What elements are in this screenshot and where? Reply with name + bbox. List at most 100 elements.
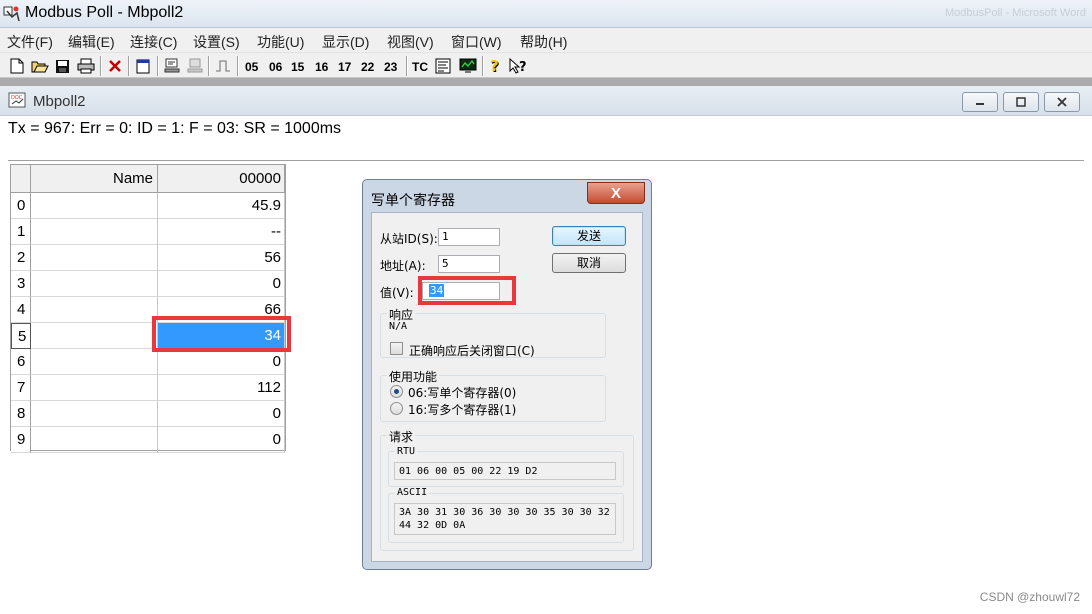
menu-window[interactable]: 窗口(W) xyxy=(451,32,502,52)
fc-05-button[interactable]: 05 xyxy=(245,57,258,77)
grid-header-name[interactable]: Name xyxy=(31,165,158,193)
communication-traffic-icon[interactable] xyxy=(434,56,452,76)
maximize-button[interactable] xyxy=(1003,92,1039,112)
fc-16-button[interactable]: 16 xyxy=(315,57,328,77)
modbus-poll-app-icon xyxy=(3,6,20,22)
send-button[interactable]: 发送 xyxy=(552,226,626,246)
title-bar: Modbus Poll - Mbpoll2 ModbusPoll - Micro… xyxy=(0,0,1092,28)
grid-name-cell[interactable] xyxy=(31,375,158,401)
menu-edit[interactable]: 编辑(E) xyxy=(68,32,115,52)
address-label: 地址(A): xyxy=(380,259,426,273)
grid-row-index: 8 xyxy=(11,401,31,427)
grid-value-cell[interactable]: 0 xyxy=(158,427,285,453)
func16-label: 16:写多个寄存器(1) xyxy=(408,403,517,417)
dialog-close-button[interactable]: X xyxy=(587,182,645,204)
close-on-response-checkbox[interactable] xyxy=(390,342,403,355)
rtu-request-readout: 01 06 00 05 00 22 19 D2 xyxy=(394,462,616,480)
grid-name-cell[interactable] xyxy=(31,193,158,219)
toolbar-separator xyxy=(208,56,210,76)
grid-name-cell[interactable] xyxy=(31,401,158,427)
toolbar-separator xyxy=(100,56,102,76)
grid-value-cell[interactable]: 112 xyxy=(158,375,285,401)
monitor-icon[interactable] xyxy=(458,56,478,76)
context-help-icon[interactable]: ? xyxy=(508,56,530,76)
fc-17-button[interactable]: 17 xyxy=(338,57,351,77)
window-icon[interactable] xyxy=(134,56,152,76)
toolbar: 05 06 15 16 17 22 23 TC ?? ? xyxy=(0,52,1092,78)
grid-value-cell[interactable]: -- xyxy=(158,219,285,245)
func16-radio[interactable] xyxy=(390,402,403,415)
grid-name-cell[interactable] xyxy=(31,219,158,245)
fc-15-button[interactable]: 15 xyxy=(291,57,304,77)
svg-text:?: ? xyxy=(519,60,527,74)
address-input[interactable]: 5 xyxy=(438,255,500,273)
slave-id-input[interactable]: 1 xyxy=(438,228,500,246)
slave-id-label: 从站ID(S): xyxy=(380,232,438,246)
help-icon[interactable]: ?? xyxy=(488,56,504,76)
menu-connect[interactable]: 连接(C) xyxy=(130,32,177,52)
toolbar-separator xyxy=(482,56,484,76)
grid-row-index: 1 xyxy=(11,219,31,245)
cancel-button[interactable]: 取消 xyxy=(552,253,626,273)
request-group-label: 请求 xyxy=(387,428,416,445)
disconnect-icon[interactable] xyxy=(186,56,204,76)
grid-row-index: 6 xyxy=(11,349,31,375)
grid-name-cell[interactable] xyxy=(31,323,158,349)
ascii-request-readout: 3A 30 31 30 36 30 30 30 35 30 30 32 44 3… xyxy=(394,503,616,535)
grid-value-cell[interactable]: 0 xyxy=(158,271,285,297)
grid-value-cell[interactable]: 0 xyxy=(158,349,285,375)
dialog-body: 从站ID(S): 1 地址(A): 5 值(V): 34 发送 取消 响应 N/… xyxy=(371,212,643,562)
print-icon[interactable] xyxy=(76,56,96,76)
csdn-watermark: CSDN @zhouwl72 xyxy=(979,590,1080,604)
fc-23-button[interactable]: 23 xyxy=(384,57,397,77)
grid-value-cell[interactable]: 45.9 xyxy=(158,193,285,219)
toolbar-separator xyxy=(237,56,239,76)
close-icon: X xyxy=(610,184,621,202)
close-child-button[interactable] xyxy=(1044,92,1080,112)
grid-name-cell[interactable] xyxy=(31,349,158,375)
fc-22-button[interactable]: 22 xyxy=(361,57,374,77)
connect-icon[interactable] xyxy=(163,56,181,76)
grid-row-index: 4 xyxy=(11,297,31,323)
grid-corner-cell xyxy=(11,165,31,193)
grid-value-cell[interactable]: 56 xyxy=(158,245,285,271)
rtu-label: RTU xyxy=(395,446,418,457)
fc-06-button[interactable]: 06 xyxy=(269,57,282,77)
annotation-box-grid-value xyxy=(152,316,291,352)
menu-view[interactable]: 视图(V) xyxy=(387,32,434,52)
menu-file[interactable]: 文件(F) xyxy=(7,32,53,52)
grid-name-cell[interactable] xyxy=(31,271,158,297)
grid-name-cell[interactable] xyxy=(31,245,158,271)
delete-icon[interactable] xyxy=(106,56,124,76)
ascii-request-line-1: 3A 30 31 30 36 30 30 30 35 30 30 32 xyxy=(399,507,610,518)
child-title-bar: DOC Mbpoll2 xyxy=(0,86,1092,116)
dialog-title: 写单个寄存器 xyxy=(371,192,455,208)
pulse-icon[interactable] xyxy=(214,56,232,76)
minimize-button[interactable] xyxy=(962,92,998,112)
tc-button[interactable]: TC xyxy=(412,57,428,77)
grid-header-address[interactable]: 00000 xyxy=(158,165,285,193)
menu-display[interactable]: 显示(D) xyxy=(322,32,369,52)
window-title: Modbus Poll - Mbpoll2 xyxy=(25,4,184,21)
func06-radio[interactable] xyxy=(390,385,403,398)
close-on-response-label: 正确响应后关闭窗口(C) xyxy=(409,344,535,358)
status-divider xyxy=(8,160,1084,161)
grid-name-cell[interactable] xyxy=(31,297,158,323)
menu-bar: 文件(F) 编辑(E) 连接(C) 设置(S) 功能(U) 显示(D) 视图(V… xyxy=(0,28,1092,52)
open-icon[interactable] xyxy=(30,56,50,76)
menu-function[interactable]: 功能(U) xyxy=(257,32,304,52)
grid-value-cell[interactable]: 0 xyxy=(158,401,285,427)
ascii-request-line-2: 44 32 0D 0A xyxy=(399,520,466,531)
menu-setup[interactable]: 设置(S) xyxy=(193,32,240,52)
menu-help[interactable]: 帮助(H) xyxy=(520,32,567,52)
grid-row-index: 3 xyxy=(11,271,31,297)
grid-name-cell[interactable] xyxy=(31,427,158,453)
function-group-label: 使用功能 xyxy=(387,368,440,385)
save-icon[interactable] xyxy=(53,56,71,76)
grid-row-index: 0 xyxy=(11,193,31,219)
background-window-title: ModbusPoll - Microsoft Word xyxy=(944,7,1086,19)
annotation-box-dialog-value xyxy=(418,276,516,305)
register-grid: Name 00000 0 45.9 1 -- 2 56 3 0 4 66 5 34 6 0 7 112 8 0 9 0 xyxy=(10,164,286,453)
grid-row-index: 2 xyxy=(11,245,31,271)
new-icon[interactable] xyxy=(8,56,26,76)
